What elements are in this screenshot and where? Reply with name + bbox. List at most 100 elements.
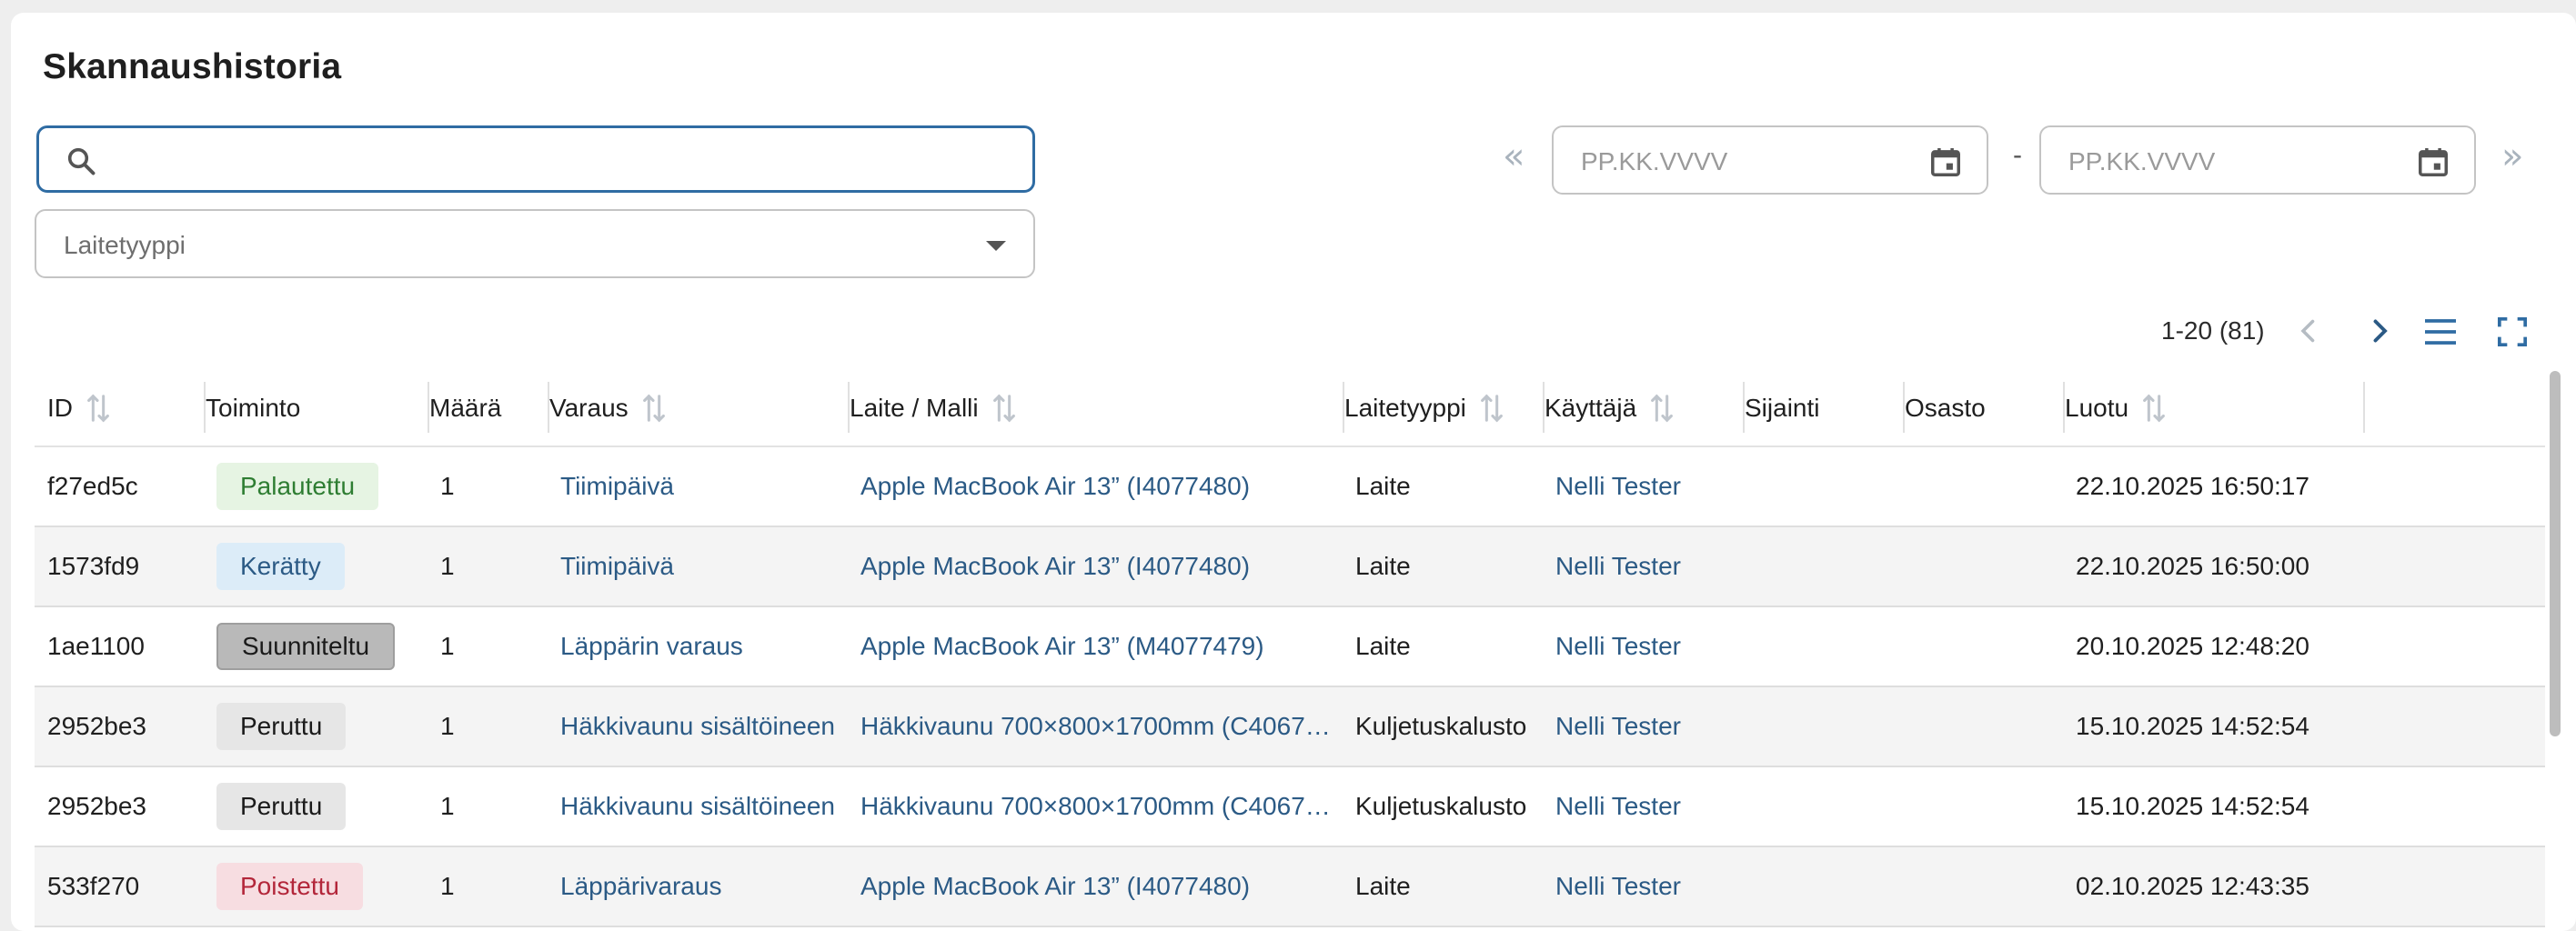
- table-row[interactable]: 1573fd9 Kerätty 1 Tiimipäivä Apple MacBo…: [35, 527, 2545, 607]
- reservation-link[interactable]: Läppärivaraus: [548, 847, 846, 926]
- device-link[interactable]: Häkkivaunu 700×800×1700mm (C4067…: [848, 767, 1341, 846]
- column-header-user[interactable]: Käyttäjä: [1532, 369, 1732, 447]
- cell-action: Kerätty: [204, 527, 422, 606]
- date-prev-button[interactable]: «: [1503, 135, 1524, 177]
- reservation-link[interactable]: Läppärin varaus: [548, 607, 846, 686]
- column-header-location: Sijainti: [1745, 394, 1820, 422]
- page-title: Skannaushistoria: [43, 47, 342, 86]
- scan-history-table: ID Toiminto Määrä Varaus Laite / Malli L…: [35, 369, 2545, 927]
- cell-id: 1573fd9: [47, 552, 140, 580]
- vertical-scrollbar[interactable]: [2550, 371, 2561, 736]
- calendar-icon[interactable]: [2416, 144, 2450, 180]
- chevron-down-icon: [986, 241, 1006, 251]
- cell-quantity: 1: [440, 792, 455, 820]
- device-type-label: Laitetyyppi: [64, 231, 186, 259]
- status-badge: Poistettu: [216, 863, 363, 910]
- cell-location: [1743, 607, 1901, 686]
- cell-department: [1903, 847, 2061, 926]
- column-header-device-type[interactable]: Laitetyyppi: [1332, 369, 1534, 447]
- table-row[interactable]: 2952be3 Peruttu 1 Häkkivaunu sisältöinee…: [35, 767, 2545, 847]
- cell-quantity: 1: [440, 712, 455, 740]
- cell-quantity: 1: [440, 552, 455, 580]
- cell-device-type: Laite: [1355, 472, 1411, 500]
- sort-icon[interactable]: [1649, 393, 1675, 424]
- cell-department: [1903, 447, 2061, 526]
- column-divider[interactable]: [2363, 382, 2365, 433]
- device-link[interactable]: Häkkivaunu 700×800×1700mm (C4067…: [848, 687, 1341, 766]
- start-date-field[interactable]: PP.KK.VVVV: [1552, 125, 1988, 195]
- cell-department: [1903, 607, 2061, 686]
- device-link[interactable]: Apple MacBook Air 13” (I4077480): [848, 447, 1341, 526]
- chevron-left-icon[interactable]: [2292, 315, 2325, 347]
- cell-location: [1743, 687, 1901, 766]
- cell-created: 22.10.2025 16:50:17: [2076, 472, 2309, 500]
- column-header-id[interactable]: ID: [35, 369, 198, 447]
- calendar-icon[interactable]: [1928, 144, 1963, 180]
- cell-department: [1903, 527, 2061, 606]
- column-header-department: Osasto: [1905, 394, 1986, 422]
- search-icon: [67, 147, 96, 175]
- end-date-field[interactable]: PP.KK.VVVV: [2039, 125, 2476, 195]
- cell-action: Poistettu: [204, 847, 422, 926]
- status-badge: Suunniteltu: [216, 623, 396, 670]
- chevron-right-icon[interactable]: [2363, 315, 2396, 347]
- status-badge: Peruttu: [216, 703, 347, 750]
- reservation-link[interactable]: Häkkivaunu sisältöineen: [548, 687, 846, 766]
- menu-icon[interactable]: [2423, 316, 2458, 347]
- cell-location: [1743, 527, 1901, 606]
- sort-icon[interactable]: [991, 393, 1017, 424]
- user-link[interactable]: Nelli Tester: [1543, 447, 1741, 526]
- cell-id: f27ed5c: [47, 472, 138, 500]
- cell-location: [1743, 847, 1901, 926]
- cell-action: Peruttu: [204, 687, 422, 766]
- table-row[interactable]: 1ae1100 Suunniteltu 1 Läppärin varaus Ap…: [35, 607, 2545, 687]
- sort-icon[interactable]: [1479, 393, 1504, 424]
- status-badge: Palautettu: [216, 463, 379, 510]
- column-header-device[interactable]: Laite / Malli: [837, 369, 1332, 447]
- cell-department: [1903, 687, 2061, 766]
- cell-action: Suunniteltu: [204, 607, 422, 686]
- table-row[interactable]: 2952be3 Peruttu 1 Häkkivaunu sisältöinee…: [35, 687, 2545, 767]
- cell-created: 15.10.2025 14:52:54: [2076, 712, 2309, 740]
- user-link[interactable]: Nelli Tester: [1543, 687, 1741, 766]
- device-type-select[interactable]: Laitetyyppi: [35, 209, 1035, 278]
- cell-quantity: 1: [440, 472, 455, 500]
- reservation-link[interactable]: Häkkivaunu sisältöineen: [548, 767, 846, 846]
- cell-device-type: Laite: [1355, 552, 1411, 580]
- column-header-reservation[interactable]: Varaus: [537, 369, 837, 447]
- user-link[interactable]: Nelli Tester: [1543, 767, 1741, 846]
- table-row[interactable]: 533f270 Poistettu 1 Läppärivaraus Apple …: [35, 847, 2545, 927]
- device-link[interactable]: Apple MacBook Air 13” (I4077480): [848, 847, 1341, 926]
- cell-location: [1743, 767, 1901, 846]
- cell-id: 533f270: [47, 872, 140, 900]
- table-body: f27ed5c Palautettu 1 Tiimipäivä Apple Ma…: [35, 447, 2545, 927]
- cell-location: [1743, 447, 1901, 526]
- date-next-button[interactable]: »: [2501, 135, 2523, 177]
- sort-icon[interactable]: [2141, 393, 2167, 424]
- cell-quantity: 1: [440, 632, 455, 660]
- start-date-placeholder: PP.KK.VVVV: [1581, 147, 1728, 175]
- user-link[interactable]: Nelli Tester: [1543, 527, 1741, 606]
- pager-range: 1-20 (81): [2161, 316, 2265, 345]
- column-header-created[interactable]: Luotu: [2052, 369, 2352, 447]
- cell-device-type: Kuljetuskalusto: [1355, 792, 1527, 820]
- reservation-link[interactable]: Tiimipäivä: [548, 527, 846, 606]
- fullscreen-icon[interactable]: [2497, 316, 2528, 347]
- cell-created: 02.10.2025 12:43:35: [2076, 872, 2309, 900]
- table-row[interactable]: f27ed5c Palautettu 1 Tiimipäivä Apple Ma…: [35, 447, 2545, 527]
- scan-history-card: Skannaushistoria Laitetyyppi « PP.KK.VVV…: [11, 13, 2576, 931]
- reservation-link[interactable]: Tiimipäivä: [548, 447, 846, 526]
- user-link[interactable]: Nelli Tester: [1543, 847, 1741, 926]
- user-link[interactable]: Nelli Tester: [1543, 607, 1741, 686]
- device-link[interactable]: Apple MacBook Air 13” (M4077479): [848, 607, 1341, 686]
- cell-device-type: Laite: [1355, 872, 1411, 900]
- sort-icon[interactable]: [86, 393, 111, 424]
- device-link[interactable]: Apple MacBook Air 13” (I4077480): [848, 527, 1341, 606]
- cell-action: Peruttu: [204, 767, 422, 846]
- sort-icon[interactable]: [641, 393, 667, 424]
- date-separator: -: [2013, 140, 2022, 170]
- search-box[interactable]: [36, 125, 1035, 193]
- cell-action: Palautettu: [204, 447, 422, 526]
- search-input[interactable]: [112, 137, 1012, 183]
- status-badge: Kerätty: [216, 543, 345, 590]
